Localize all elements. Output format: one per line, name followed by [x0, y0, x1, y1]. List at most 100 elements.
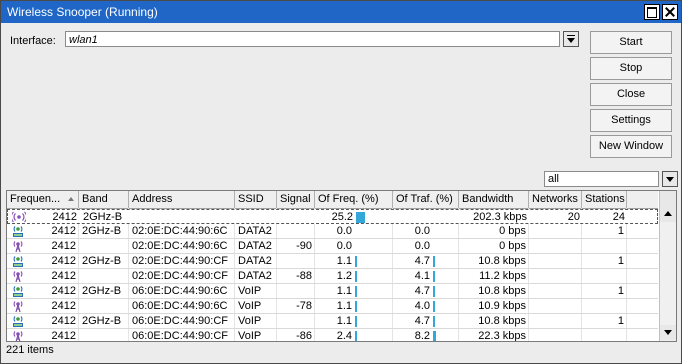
col-ssid-header[interactable]: SSID: [235, 191, 277, 208]
cell-bandwidth: 10.8 kbps: [478, 315, 526, 327]
table-row[interactable]: 2412 06:0E:DC:44:90:6C VoIP -78 1.1 4.0 10.9 k…: [7, 299, 658, 314]
cell-band: 2GHz-B: [82, 255, 122, 267]
cell-networks: [529, 299, 582, 314]
cell-stations: 1: [617, 285, 624, 297]
percent-gauge: [355, 301, 357, 312]
table-row[interactable]: 2412 2GHz-B 06:0E:DC:44:90:CF VoIP 1.1 4.7 10.…: [7, 314, 658, 329]
cell-stations: 24: [612, 211, 625, 223]
vertical-scrollbar[interactable]: [659, 191, 676, 341]
cell-address: 06:0E:DC:44:90:CF: [132, 330, 228, 342]
start-button[interactable]: Start: [590, 31, 672, 54]
close-button[interactable]: Close: [590, 83, 672, 106]
cell-of-traf: 0.0: [414, 225, 430, 237]
percent-gauge: [355, 286, 357, 297]
cell-ssid: DATA2: [238, 240, 272, 252]
settings-button[interactable]: Settings: [590, 109, 672, 132]
table-row[interactable]: 2412 2GHz-B 06:0E:DC:44:90:6C VoIP 1.1 4.7 10.…: [7, 284, 658, 299]
cell-ssid: DATA2: [238, 225, 272, 237]
maximize-icon[interactable]: [644, 4, 660, 20]
cell-stations: [582, 299, 627, 314]
cell-freq: 2412: [51, 285, 76, 297]
cell-bandwidth: 22.3 kbps: [478, 330, 526, 342]
cell-bandwidth: 10.8 kbps: [478, 255, 526, 267]
col-of-traf-header[interactable]: Of Traf. (%): [393, 191, 459, 208]
cell-of-freq: 2.4: [336, 330, 352, 342]
cell-address: 02:0E:DC:44:90:6C: [132, 225, 228, 237]
cell-band: [79, 269, 129, 284]
cell-networks: 20: [567, 211, 580, 223]
cell-address: [130, 210, 236, 225]
cell-networks: [529, 254, 582, 269]
col-bandwidth-header[interactable]: Bandwidth: [459, 191, 529, 208]
item-count-status: 221 items: [6, 344, 54, 356]
cell-address: 02:0E:DC:44:90:CF: [132, 255, 228, 267]
scrollbar-corner: [660, 191, 676, 207]
percent-gauge: [433, 316, 435, 327]
cell-signal: -88: [296, 270, 312, 282]
cell-signal: [278, 210, 316, 225]
cell-of-freq: 1.1: [336, 315, 352, 327]
scroll-up-button[interactable]: [660, 207, 676, 222]
col-band-header[interactable]: Band: [79, 191, 129, 208]
cell-bandwidth: 10.8 kbps: [478, 285, 526, 297]
cell-networks: [529, 224, 582, 239]
sort-ascending-icon: [68, 197, 74, 201]
cell-address: 02:0E:DC:44:90:6C: [132, 240, 228, 252]
cell-freq: 2412: [51, 225, 76, 237]
cell-networks: [529, 284, 582, 299]
snooper-table: Frequen... Band Address SSID Signal Of Freq. …: [6, 190, 677, 342]
percent-gauge: [433, 271, 435, 282]
wireless-snooper-window: Wireless Snooper (Running) Interface: wl…: [0, 0, 682, 364]
filter-dropdown-button[interactable]: [662, 171, 678, 187]
cell-networks: [529, 269, 582, 284]
stop-button[interactable]: Stop: [590, 57, 672, 80]
chevron-down-icon: [567, 38, 575, 43]
table-row[interactable]: 2412 2GHz-B 02:0E:DC:44:90:CF DATA2 1.1 4.7 10…: [7, 254, 658, 269]
cell-address: 06:0E:DC:44:90:6C: [132, 285, 228, 297]
cell-of-traf: 4.0: [414, 300, 430, 312]
cell-address: 02:0E:DC:44:90:CF: [132, 270, 228, 282]
percent-gauge: [355, 256, 357, 267]
cell-ssid: DATA2: [238, 255, 272, 267]
title-bar[interactable]: Wireless Snooper (Running): [1, 1, 681, 23]
cell-stations: [582, 239, 627, 254]
cell-ssid: [236, 210, 278, 225]
interface-field[interactable]: wlan1: [65, 31, 560, 47]
col-signal-header[interactable]: Signal: [277, 191, 315, 208]
col-stations-header[interactable]: Stations: [582, 191, 627, 208]
close-icon[interactable]: [662, 4, 678, 20]
table-row[interactable]: 2412 06:0E:DC:44:90:CF VoIP -86 2.4 8.2 22.3 k…: [7, 329, 658, 342]
percent-gauge: [356, 212, 365, 223]
cell-of-freq: 1.1: [336, 300, 352, 312]
interface-dropdown-button[interactable]: [563, 31, 579, 47]
new-window-button[interactable]: New Window: [590, 135, 672, 158]
col-of-freq-header[interactable]: Of Freq. (%): [315, 191, 393, 208]
cell-signal: [277, 314, 315, 329]
cell-signal: -78: [296, 300, 312, 312]
col-frequency-header[interactable]: Frequen...: [7, 191, 79, 208]
cell-band: 2GHz-B: [82, 285, 122, 297]
cell-freq: 2412: [51, 330, 76, 342]
cell-stations: 1: [617, 255, 624, 267]
chevron-down-icon: [666, 177, 674, 182]
cell-freq: 2412: [51, 270, 76, 282]
cell-signal: -86: [296, 330, 312, 342]
table-row[interactable]: 2412 02:0E:DC:44:90:6C DATA2 -90 0.0 0.0 0 bps: [7, 239, 658, 254]
cell-bandwidth: 202.3 kbps: [473, 211, 527, 223]
cell-of-freq: 1.2: [336, 270, 352, 282]
col-networks-header[interactable]: Networks: [529, 191, 582, 208]
cell-band: 2GHz-B: [82, 225, 122, 237]
scroll-down-button[interactable]: [660, 325, 676, 340]
percent-gauge: [355, 271, 357, 282]
col-address-header[interactable]: Address: [129, 191, 235, 208]
arrow-up-icon: [664, 211, 672, 216]
cell-of-traf: 4.7: [414, 285, 430, 297]
filter-field[interactable]: all: [544, 171, 659, 187]
table-row[interactable]: 2412 2GHz-B 25.2 202.3 kbps 20 24: [7, 209, 658, 224]
cell-of-traf: 4.1: [414, 270, 430, 282]
percent-gauge: [433, 301, 435, 312]
cell-signal: [277, 224, 315, 239]
table-row[interactable]: 2412 02:0E:DC:44:90:CF DATA2 -88 1.2 4.1 11.2 …: [7, 269, 658, 284]
table-row[interactable]: 2412 2GHz-B 02:0E:DC:44:90:6C DATA2 0.0 0.0 0 …: [7, 224, 658, 239]
percent-gauge: [355, 316, 357, 327]
